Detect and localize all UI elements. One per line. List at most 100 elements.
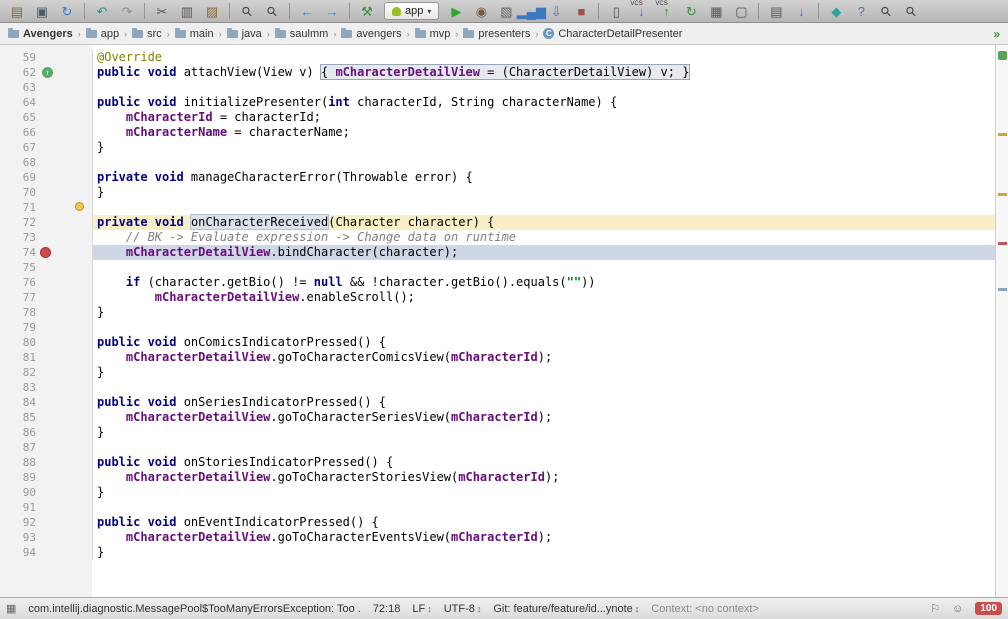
code-line[interactable]: 77 mCharacterDetailView.enableScroll(); [0,290,995,305]
coverage-icon[interactable]: ▧ [494,2,518,21]
gutter[interactable]: 69 [0,170,93,185]
gutter[interactable]: 86 [0,425,93,440]
breadcrumb-item[interactable]: Avengers [8,28,73,40]
code-line[interactable]: 89 mCharacterDetailView.goToCharacterSto… [0,470,995,485]
vcs-commit-icon[interactable]: VCS↑ [654,2,678,21]
open-icon[interactable]: ▤ [5,2,29,21]
gutter[interactable]: 92 [0,515,93,530]
code-line[interactable]: 59@Override [0,50,995,65]
code-line[interactable]: 85 mCharacterDetailView.goToCharacterSer… [0,410,995,425]
code-line[interactable]: 66 mCharacterName = characterName; [0,125,995,140]
code-line[interactable]: 94} [0,545,995,560]
stripe-mark[interactable] [998,133,1007,136]
attach-debugger-icon[interactable]: ⇩ [544,2,568,21]
code-line[interactable]: 92public void onEventIndicatorPressed() … [0,515,995,530]
vcs-update-icon[interactable]: VCS↓ [629,2,653,21]
help-icon[interactable]: ? [849,2,873,21]
gutter[interactable]: 62↑ [0,65,93,80]
code-line[interactable]: 69private void manageCharacterError(Thro… [0,170,995,185]
editor[interactable]: 59@Override62↑public void attachView(Vie… [0,45,1008,597]
intention-bulb-icon[interactable] [75,202,84,211]
gutter[interactable]: 94 [0,545,93,560]
project-structure-icon[interactable]: ▢ [729,2,753,21]
context-widget[interactable]: Context: <no context> [651,603,759,615]
stripe-mark[interactable] [998,242,1007,245]
error-count-badge[interactable]: 100 [975,602,1002,615]
gutter[interactable]: 67 [0,140,93,155]
code-line[interactable]: 64public void initializePresenter(int ch… [0,95,995,110]
code-line[interactable]: 70} [0,185,995,200]
debug-icon[interactable]: ◉ [469,2,493,21]
copy-icon[interactable]: ▥ [175,2,199,21]
redo-icon[interactable]: ↷ [115,2,139,21]
cut-icon[interactable]: ✂ [150,2,174,21]
code-line[interactable]: 82} [0,365,995,380]
gutter[interactable]: 84 [0,395,93,410]
code-line[interactable]: 67} [0,140,995,155]
gutter[interactable]: 79 [0,320,93,335]
gutter[interactable]: 70 [0,185,93,200]
breadcrumb-item[interactable]: saulmm [275,28,329,40]
run-icon[interactable]: ▶ [444,2,468,21]
forward-icon[interactable]: → [320,2,344,21]
code-line[interactable]: 75 [0,260,995,275]
inspections-indicator[interactable] [998,51,1007,60]
gutter[interactable]: 91 [0,500,93,515]
line-ending-widget[interactable]: LF ↕ [412,603,431,615]
gradle-sync-icon[interactable]: ↻ [679,2,703,21]
code-line[interactable]: 68 [0,155,995,170]
code-line[interactable]: 88public void onStoriesIndicatorPressed(… [0,455,995,470]
device-manager-icon[interactable]: ▯ [604,2,628,21]
flag-icon[interactable]: ⚐ [930,602,940,615]
breadcrumb-item[interactable]: mvp [415,28,451,40]
toolwindow-switcher-icon[interactable]: ▦ [6,602,16,615]
gutter[interactable]: 68 [0,155,93,170]
code-line[interactable]: 90} [0,485,995,500]
code-line[interactable]: 81 mCharacterDetailView.goToCharacterCom… [0,350,995,365]
code-line[interactable]: 63 [0,80,995,95]
gutter[interactable]: 93 [0,530,93,545]
code-line[interactable]: 62↑public void attachView(View v) { mCha… [0,65,995,80]
code-line[interactable]: 74 mCharacterDetailView.bindCharacter(ch… [0,245,995,260]
breadcrumb-item[interactable]: main [175,28,214,40]
run-config-dropdown[interactable]: app▾ [384,2,439,20]
gutter[interactable]: 73 [0,230,93,245]
compile-icon[interactable]: ⚒ [355,2,379,21]
override-method-icon[interactable]: ↑ [42,67,53,78]
stop-icon[interactable]: ■ [569,2,593,21]
breakpoint-icon[interactable] [40,247,51,258]
code-line[interactable]: 84public void onSeriesIndicatorPressed()… [0,395,995,410]
gutter[interactable]: 90 [0,485,93,500]
code-line[interactable]: 76 if (character.getBio() != null && !ch… [0,275,995,290]
paste-icon[interactable]: ▨ [200,2,224,21]
code-line[interactable]: 80public void onComicsIndicatorPressed()… [0,335,995,350]
gutter[interactable]: 89 [0,470,93,485]
code-line[interactable]: 91 [0,500,995,515]
gutter[interactable]: 74 [0,245,93,260]
gutter[interactable]: 65 [0,110,93,125]
encoding-widget[interactable]: UTF-8 ↕ [444,603,482,615]
stripe-mark[interactable] [998,193,1007,196]
code-line[interactable]: 65 mCharacterId = characterId; [0,110,995,125]
code-line[interactable]: 83 [0,380,995,395]
back-icon[interactable]: ← [295,2,319,21]
breadcrumb-item[interactable]: CCharacterDetailPresenter [543,28,682,40]
highlighting-level-icon[interactable]: ☺ [952,603,963,615]
chevron-right-icon[interactable]: » [993,27,1000,41]
gutter[interactable]: 64 [0,95,93,110]
profiler-icon[interactable]: ▂▄▆ [519,2,543,21]
status-message[interactable]: com.intellij.diagnostic.MessagePool$TooM… [28,603,360,615]
gutter[interactable]: 66 [0,125,93,140]
code-line[interactable]: 78} [0,305,995,320]
gutter[interactable]: 82 [0,365,93,380]
gutter[interactable]: 63 [0,80,93,95]
gutter[interactable]: 59 [0,50,93,65]
breadcrumb-item[interactable]: java [227,28,262,40]
gutter[interactable]: 72 [0,215,93,230]
build-variants-icon[interactable]: ▤ [764,2,788,21]
gutter[interactable]: 71 [0,200,93,215]
code-line[interactable]: 71 [0,200,995,215]
code-line[interactable]: 93 mCharacterDetailView.goToCharacterEve… [0,530,995,545]
code-line[interactable]: 72private void onCharacterReceived(Chara… [0,215,995,230]
code-line[interactable]: 86} [0,425,995,440]
